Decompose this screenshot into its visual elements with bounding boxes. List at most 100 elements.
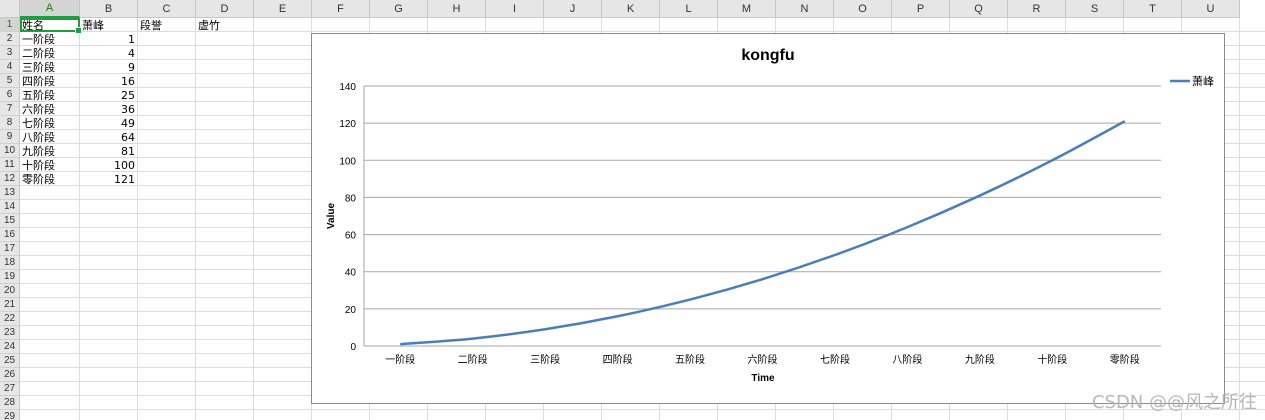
row-header-2[interactable]: 2 <box>0 32 20 46</box>
row-header-5[interactable]: 5 <box>0 74 20 88</box>
column-header-p[interactable]: P <box>892 0 950 18</box>
row-header-13[interactable]: 13 <box>0 186 20 200</box>
row-header-26[interactable]: 26 <box>0 368 20 382</box>
y-axis-title: Value <box>326 203 337 230</box>
cell-a6[interactable]: 五阶段 <box>22 89 78 103</box>
cell-b12[interactable]: 121 <box>80 173 135 187</box>
cell-a12[interactable]: 零阶段 <box>22 173 78 187</box>
grid-line-horizontal <box>20 409 1265 410</box>
row-header-22[interactable]: 22 <box>0 312 20 326</box>
column-header-f[interactable]: F <box>312 0 370 18</box>
row-header-11[interactable]: 11 <box>0 158 20 172</box>
row-header-27[interactable]: 27 <box>0 382 20 396</box>
column-header-e[interactable]: E <box>254 0 312 18</box>
row-header-12[interactable]: 12 <box>0 172 20 186</box>
grid-line-vertical <box>253 18 254 420</box>
row-header-10[interactable]: 10 <box>0 144 20 158</box>
row-header-23[interactable]: 23 <box>0 326 20 340</box>
row-header-28[interactable]: 28 <box>0 396 20 410</box>
column-header-j[interactable]: J <box>544 0 602 18</box>
cell-a3[interactable]: 二阶段 <box>22 47 78 61</box>
column-header-d[interactable]: D <box>196 0 254 18</box>
y-tick-label: 20 <box>345 305 357 316</box>
grid-line-vertical <box>1239 18 1240 420</box>
row-header-18[interactable]: 18 <box>0 256 20 270</box>
row-header-16[interactable]: 16 <box>0 228 20 242</box>
grid-line-vertical <box>137 18 138 420</box>
spreadsheet[interactable]: ABCDEFGHIJKLMNOPQRSTU 1 2 3 4 5 6 7 8 9 10 11 12 13 1… <box>0 0 1265 420</box>
row-header-29[interactable]: 29 <box>0 410 20 420</box>
column-header-b[interactable]: B <box>80 0 138 18</box>
grid-line-vertical <box>195 18 196 420</box>
cell-a2[interactable]: 一阶段 <box>22 33 78 47</box>
cell-b4[interactable]: 9 <box>80 61 135 75</box>
column-header-n[interactable]: N <box>776 0 834 18</box>
row-header-6[interactable]: 6 <box>0 88 20 102</box>
cell-b10[interactable]: 81 <box>80 145 135 159</box>
cell-b7[interactable]: 36 <box>80 103 135 117</box>
x-tick-label: 零阶段 <box>1110 353 1140 366</box>
row-header-20[interactable]: 20 <box>0 284 20 298</box>
legend-label-0: 萧峰 <box>1192 75 1214 88</box>
column-header-o[interactable]: O <box>834 0 892 18</box>
row-header-9[interactable]: 9 <box>0 130 20 144</box>
cell-b8[interactable]: 49 <box>80 117 135 131</box>
y-tick-label: 100 <box>339 156 356 167</box>
column-header-a[interactable]: A <box>20 0 80 18</box>
column-header-q[interactable]: Q <box>950 0 1008 18</box>
row-header-8[interactable]: 8 <box>0 116 20 130</box>
column-header-k[interactable]: K <box>602 0 660 18</box>
column-header-h[interactable]: H <box>428 0 486 18</box>
column-header-i[interactable]: I <box>486 0 544 18</box>
cell-c1[interactable]: 段誉 <box>140 19 196 33</box>
cell-a8[interactable]: 七阶段 <box>22 117 78 131</box>
cell-b3[interactable]: 4 <box>80 47 135 61</box>
column-header-l[interactable]: L <box>660 0 718 18</box>
chart-title: kongfu <box>741 47 794 64</box>
chart[interactable]: kongfu 0 20 40 60 80 100 120 140 一阶段 二阶段 三阶段 四阶段 五阶段 六… <box>311 33 1225 404</box>
x-tick-label: 六阶段 <box>748 353 778 366</box>
row-header-15[interactable]: 15 <box>0 214 20 228</box>
row-header-19[interactable]: 19 <box>0 270 20 284</box>
select-all-corner[interactable] <box>0 0 20 18</box>
row-header-14[interactable]: 14 <box>0 200 20 214</box>
y-tick-label: 40 <box>345 268 357 279</box>
x-tick-label: 二阶段 <box>458 353 488 366</box>
row-header-4[interactable]: 4 <box>0 60 20 74</box>
x-tick-label: 三阶段 <box>530 353 560 366</box>
row-header-25[interactable]: 25 <box>0 354 20 368</box>
cell-a4[interactable]: 三阶段 <box>22 61 78 75</box>
row-header-17[interactable]: 17 <box>0 242 20 256</box>
cell-b11[interactable]: 100 <box>80 159 135 173</box>
column-header-t[interactable]: T <box>1124 0 1182 18</box>
x-tick-label: 八阶段 <box>892 353 922 366</box>
column-header-m[interactable]: M <box>718 0 776 18</box>
cell-b2[interactable]: 1 <box>80 33 135 47</box>
cell-d1[interactable]: 虚竹 <box>198 19 254 33</box>
y-tick-label: 0 <box>350 342 356 353</box>
row-header-24[interactable]: 24 <box>0 340 20 354</box>
y-tick-label: 60 <box>345 231 357 242</box>
row-header-3[interactable]: 3 <box>0 46 20 60</box>
cell-a11[interactable]: 十阶段 <box>22 159 78 173</box>
x-tick-label: 五阶段 <box>675 353 705 366</box>
cell-a5[interactable]: 四阶段 <box>22 75 78 89</box>
cell-a7[interactable]: 六阶段 <box>22 103 78 117</box>
column-header-g[interactable]: G <box>370 0 428 18</box>
column-header-s[interactable]: S <box>1066 0 1124 18</box>
line-chart: kongfu 0 20 40 60 80 100 120 140 一阶段 二阶段 三阶段 四阶段 五阶段 六… <box>326 47 1214 384</box>
row-header-21[interactable]: 21 <box>0 298 20 312</box>
cell-b9[interactable]: 64 <box>80 131 135 145</box>
cell-b5[interactable]: 16 <box>80 75 135 89</box>
cell-b1[interactable]: 萧峰 <box>82 19 138 33</box>
cell-b6[interactable]: 25 <box>80 89 135 103</box>
cell-a10[interactable]: 九阶段 <box>22 145 78 159</box>
row-header-7[interactable]: 7 <box>0 102 20 116</box>
column-header-u[interactable]: U <box>1182 0 1240 18</box>
cell-a9[interactable]: 八阶段 <box>22 131 78 145</box>
y-tick-label: 140 <box>339 82 356 93</box>
series-line-0 <box>400 120 1126 346</box>
column-header-r[interactable]: R <box>1008 0 1066 18</box>
row-header-1[interactable]: 1 <box>0 18 20 32</box>
column-header-c[interactable]: C <box>138 0 196 18</box>
